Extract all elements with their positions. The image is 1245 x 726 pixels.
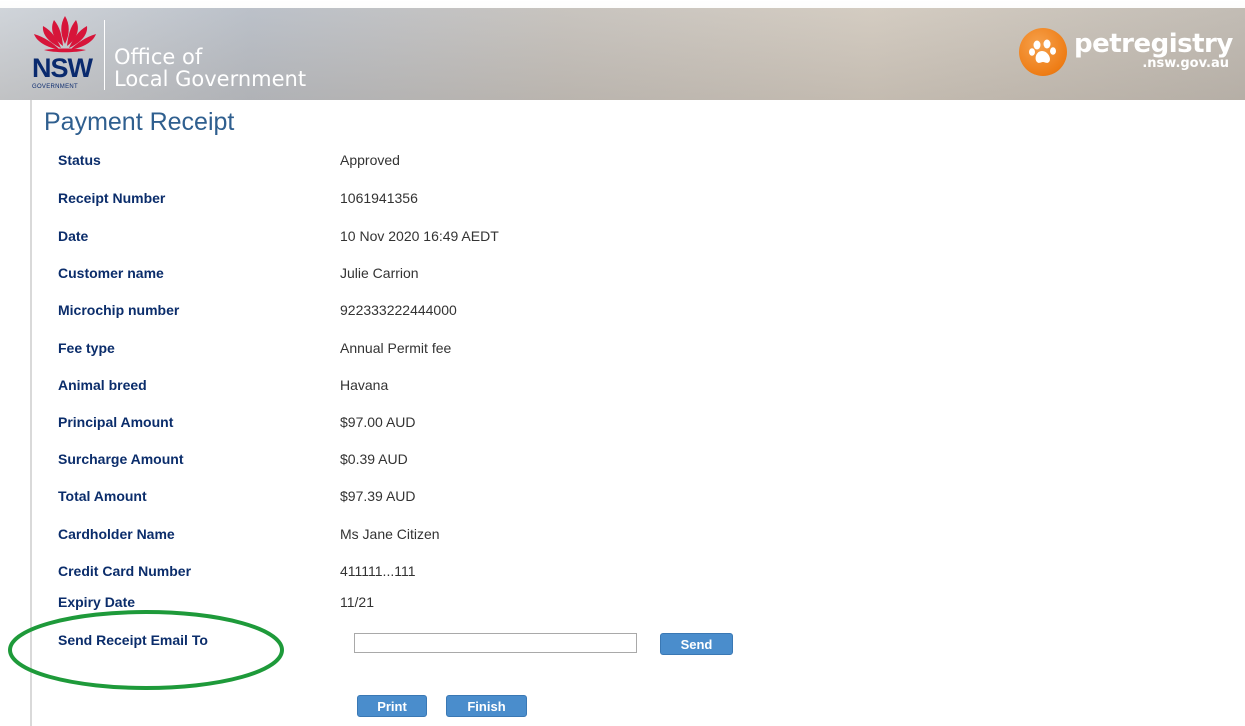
animal-breed-label: Animal breed: [58, 377, 147, 393]
pet-registry-name: petregistry: [1074, 29, 1233, 59]
cardholder-name-value: Ms Jane Citizen: [340, 526, 440, 542]
organisation-name: Office of Local Government: [114, 46, 306, 90]
fee-type-value: Annual Permit fee: [340, 340, 452, 356]
receipt-row-customer-name: Customer name Julie Carrion: [58, 265, 758, 285]
total-amount-value: $97.39 AUD: [340, 488, 416, 504]
receipt-row-microchip-number: Microchip number 922333222444000: [58, 302, 758, 322]
microchip-number-label: Microchip number: [58, 302, 180, 318]
date-label: Date: [58, 228, 89, 244]
finish-button[interactable]: Finish: [446, 695, 527, 717]
total-amount-label: Total Amount: [58, 488, 147, 504]
principal-amount-label: Principal Amount: [58, 414, 174, 430]
receipt-row-principal-amount: Principal Amount $97.00 AUD: [58, 414, 758, 434]
receipt-row-date: Date 10 Nov 2020 16:49 AEDT: [58, 228, 758, 248]
receipt-row-status: Status Approved: [58, 152, 758, 172]
nsw-government-label: GOVERNMENT: [32, 84, 79, 90]
surcharge-amount-value: $0.39 AUD: [340, 451, 408, 467]
logo-divider: [104, 20, 105, 90]
receipt-email-input[interactable]: [354, 633, 637, 653]
annotation-highlight-ellipse: [8, 610, 284, 690]
pet-registry-domain: .nsw.gov.au: [1142, 56, 1229, 71]
customer-name-label: Customer name: [58, 265, 164, 281]
receipt-row-cardholder-name: Cardholder Name Ms Jane Citizen: [58, 526, 758, 546]
principal-amount-value: $97.00 AUD: [340, 414, 416, 430]
animal-breed-value: Havana: [340, 377, 389, 393]
print-button[interactable]: Print: [357, 695, 427, 717]
organisation-name-line-2: Local Government: [114, 67, 307, 91]
receipt-row-surcharge-amount: Surcharge Amount $0.39 AUD: [58, 451, 758, 471]
date-value: 10 Nov 2020 16:49 AEDT: [340, 228, 499, 244]
header-top-bar: [0, 0, 1245, 8]
status-value: Approved: [340, 152, 400, 168]
customer-name-value: Julie Carrion: [340, 265, 419, 281]
receipt-number-value: 1061941356: [340, 190, 418, 206]
organisation-name-line-1: Office of: [114, 45, 203, 69]
nsw-government-logo[interactable]: NSW GOVERNMENT: [30, 14, 104, 92]
waratah-icon: [34, 16, 96, 53]
receipt-row-credit-card-number: Credit Card Number 411111...111: [58, 563, 758, 583]
receipt-row-receipt-number: Receipt Number 1061941356: [58, 190, 758, 210]
credit-card-number-value: 411111...111: [340, 563, 416, 579]
receipt-row-animal-breed: Animal breed Havana: [58, 377, 758, 397]
cardholder-name-label: Cardholder Name: [58, 526, 175, 542]
fee-type-label: Fee type: [58, 340, 115, 356]
receipt-row-fee-type: Fee type Annual Permit fee: [58, 340, 758, 360]
nsw-logo-text: NSW: [32, 53, 93, 83]
send-button[interactable]: Send: [660, 633, 733, 655]
status-label: Status: [58, 152, 101, 168]
page-title: Payment Receipt: [44, 108, 235, 136]
receipt-number-label: Receipt Number: [58, 190, 166, 206]
expiry-date-value: 11/21: [340, 594, 374, 610]
pet-registry-logo[interactable]: petregistry .nsw.gov.au: [1019, 28, 1233, 80]
microchip-number-value: 922333222444000: [340, 302, 457, 318]
pet-registry-badge: [1019, 28, 1067, 76]
credit-card-number-label: Credit Card Number: [58, 563, 192, 579]
paw-icon: [1029, 39, 1056, 63]
surcharge-amount-label: Surcharge Amount: [58, 451, 184, 467]
receipt-row-total-amount: Total Amount $97.39 AUD: [58, 488, 758, 508]
